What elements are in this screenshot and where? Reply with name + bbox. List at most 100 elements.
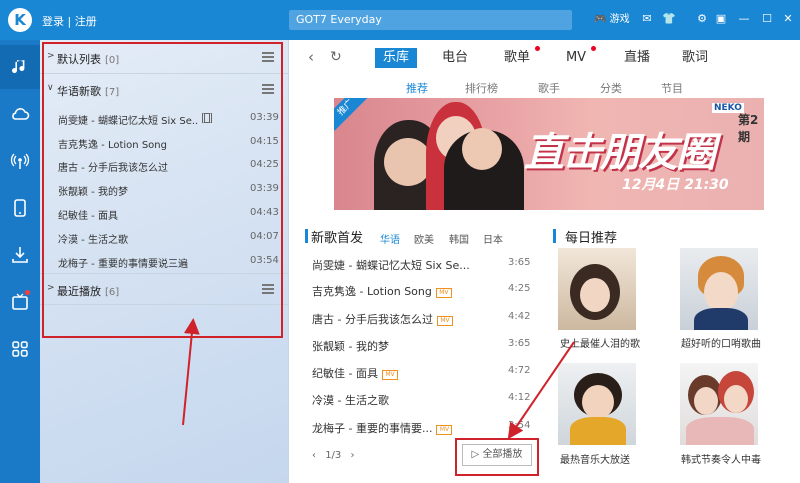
- rail-device[interactable]: [0, 186, 40, 230]
- live-tv-icon: [12, 293, 28, 310]
- left-rail: [0, 40, 40, 483]
- lang-tab-western[interactable]: 欧美: [414, 231, 434, 246]
- new-song-title: 尚雯婕 - 蝴蝶记忆太短 Six Se...: [312, 259, 470, 272]
- banner-face: [384, 138, 432, 186]
- banner-title: 直击朋友圈: [524, 130, 716, 176]
- rail-live[interactable]: [0, 280, 40, 324]
- tab-library[interactable]: 乐库: [375, 48, 417, 68]
- game-button[interactable]: 🎮 游戏: [594, 12, 630, 28]
- gamepad-icon: 🎮: [594, 14, 607, 25]
- rail-cloud[interactable]: [0, 92, 40, 136]
- new-song-title: 纪敏佳 - 面具: [312, 367, 378, 380]
- new-song-duration: 3:65: [508, 257, 531, 268]
- highlight-box-play-all: [455, 438, 539, 476]
- table-row[interactable]: 纪敏佳 - 面具 MV 4:72: [310, 362, 530, 382]
- prev-page-icon[interactable]: ‹: [312, 450, 316, 461]
- cloud-icon: [12, 108, 30, 120]
- mv-tag[interactable]: MV: [435, 288, 452, 298]
- daily-caption[interactable]: 最热音乐大放送: [560, 451, 630, 466]
- new-song-duration: 3:54: [508, 420, 531, 431]
- minimize-icon[interactable]: —: [737, 12, 751, 26]
- table-row[interactable]: 吉克隽逸 - Lotion Song MV 4:25: [310, 280, 530, 300]
- refresh-icon[interactable]: ↻: [330, 49, 346, 65]
- new-song-title: 张靓颖 - 我的梦: [312, 340, 389, 353]
- register-link[interactable]: 注册: [75, 15, 97, 28]
- mv-tag[interactable]: MV: [436, 316, 453, 326]
- broadcast-icon: [10, 153, 30, 169]
- login-separator: |: [67, 15, 72, 28]
- app-grid-icon: [12, 341, 28, 357]
- new-song-duration: 4:72: [508, 365, 531, 376]
- rail-music[interactable]: [0, 45, 40, 89]
- mv-tag[interactable]: MV: [381, 370, 398, 380]
- tab-mv[interactable]: MV: [562, 46, 596, 68]
- notification-dot: [25, 290, 30, 295]
- title-bar: K 登录 | 注册 GOT7 Everyday 🎮 游戏 ✉ 👕 ⚙ ▣ — ☐…: [0, 0, 800, 40]
- new-song-title: 唐古 - 分手后我该怎么过: [312, 313, 433, 326]
- new-song-duration: 3:65: [508, 338, 531, 349]
- new-song-duration: 4:42: [508, 311, 531, 322]
- close-icon[interactable]: ✕: [781, 12, 795, 26]
- daily-caption[interactable]: 韩式节奏令人中毒: [681, 451, 761, 466]
- tab-label: MV: [565, 50, 587, 65]
- daily-caption[interactable]: 史上最催人泪的歌: [560, 335, 640, 350]
- lang-tab-chinese[interactable]: 华语: [380, 231, 400, 246]
- new-song-title: 吉克隽逸 - Lotion Song: [312, 285, 432, 298]
- mini-mode-icon[interactable]: ▣: [714, 12, 728, 26]
- maximize-icon[interactable]: ☐: [760, 12, 774, 26]
- lang-tab-japanese[interactable]: 日本: [483, 231, 503, 246]
- tab-radio[interactable]: 电台: [438, 48, 472, 68]
- tab-playlists[interactable]: 歌单: [500, 46, 540, 68]
- download-icon: [12, 247, 28, 263]
- promo-banner[interactable]: 推广 直击朋友圈 12月4日 21:30 NEKO 第2期: [334, 98, 764, 210]
- mail-icon[interactable]: ✉: [640, 12, 654, 26]
- tab-live[interactable]: 直播: [620, 48, 654, 68]
- banner-face: [462, 128, 502, 170]
- new-song-duration: 4:12: [508, 392, 531, 403]
- table-row[interactable]: 张靓颖 - 我的梦 3:65: [310, 335, 530, 355]
- ad-ribbon: 推广: [334, 98, 369, 131]
- subtab-programs[interactable]: 节目: [661, 80, 683, 96]
- banner-episode: 第2期: [738, 113, 759, 144]
- new-song-title: 冷漠 - 生活之歌: [312, 394, 389, 407]
- highlight-box-sidebar: [42, 42, 283, 338]
- subtab-categories[interactable]: 分类: [600, 80, 622, 96]
- table-row[interactable]: 冷漠 - 生活之歌 4:12: [310, 389, 530, 409]
- new-songs-title: 新歌首发: [311, 231, 364, 246]
- daily-cover-1[interactable]: [558, 248, 636, 330]
- daily-cover-3[interactable]: [558, 363, 636, 445]
- table-row[interactable]: 尚雯婕 - 蝴蝶记忆太短 Six Se... 3:65: [310, 254, 530, 274]
- login-link[interactable]: 登录: [42, 15, 64, 28]
- section-accent-bar: [553, 229, 556, 243]
- banner-time: 12月4日 21:30: [622, 177, 729, 193]
- new-dot: [591, 46, 596, 51]
- tab-lyrics[interactable]: 歌词: [678, 48, 712, 68]
- section-accent-bar: [305, 229, 308, 243]
- rail-apps[interactable]: [0, 327, 40, 371]
- lang-tab-korean[interactable]: 韩国: [449, 231, 469, 246]
- page-indicator: 1/3: [325, 450, 342, 461]
- mv-tag[interactable]: MV: [436, 425, 453, 435]
- daily-cover-4[interactable]: [680, 363, 758, 445]
- tab-label: 歌单: [503, 50, 530, 65]
- gear-icon[interactable]: ⚙: [695, 12, 709, 26]
- rail-download[interactable]: [0, 233, 40, 277]
- next-page-icon[interactable]: ›: [350, 450, 354, 461]
- main-panel: ‹ ↻ 乐库 电台 歌单 MV 直播 歌词 推荐 排行榜 歌手 分类 节目 推广…: [290, 40, 800, 483]
- daily-cover-2[interactable]: [680, 248, 758, 330]
- subtab-singers[interactable]: 歌手: [538, 80, 560, 96]
- phone-icon: [14, 199, 26, 217]
- new-dot: [535, 46, 540, 51]
- daily-caption[interactable]: 超好听的口哨歌曲: [681, 335, 761, 350]
- subtab-recommend[interactable]: 推荐: [406, 80, 428, 96]
- search-input[interactable]: GOT7 Everyday: [289, 10, 572, 30]
- daily-title: 每日推荐: [565, 231, 618, 246]
- rail-radio[interactable]: [0, 139, 40, 183]
- subtab-charts[interactable]: 排行榜: [465, 80, 498, 96]
- table-row[interactable]: 唐古 - 分手后我该怎么过 MV 4:42: [310, 308, 530, 328]
- app-logo[interactable]: K: [8, 8, 32, 32]
- table-row[interactable]: 龙梅子 - 重要的事情要... MV 3:54: [310, 417, 530, 437]
- login-area: 登录 | 注册: [42, 13, 97, 29]
- skin-icon[interactable]: 👕: [662, 12, 676, 26]
- back-icon[interactable]: ‹: [308, 49, 324, 65]
